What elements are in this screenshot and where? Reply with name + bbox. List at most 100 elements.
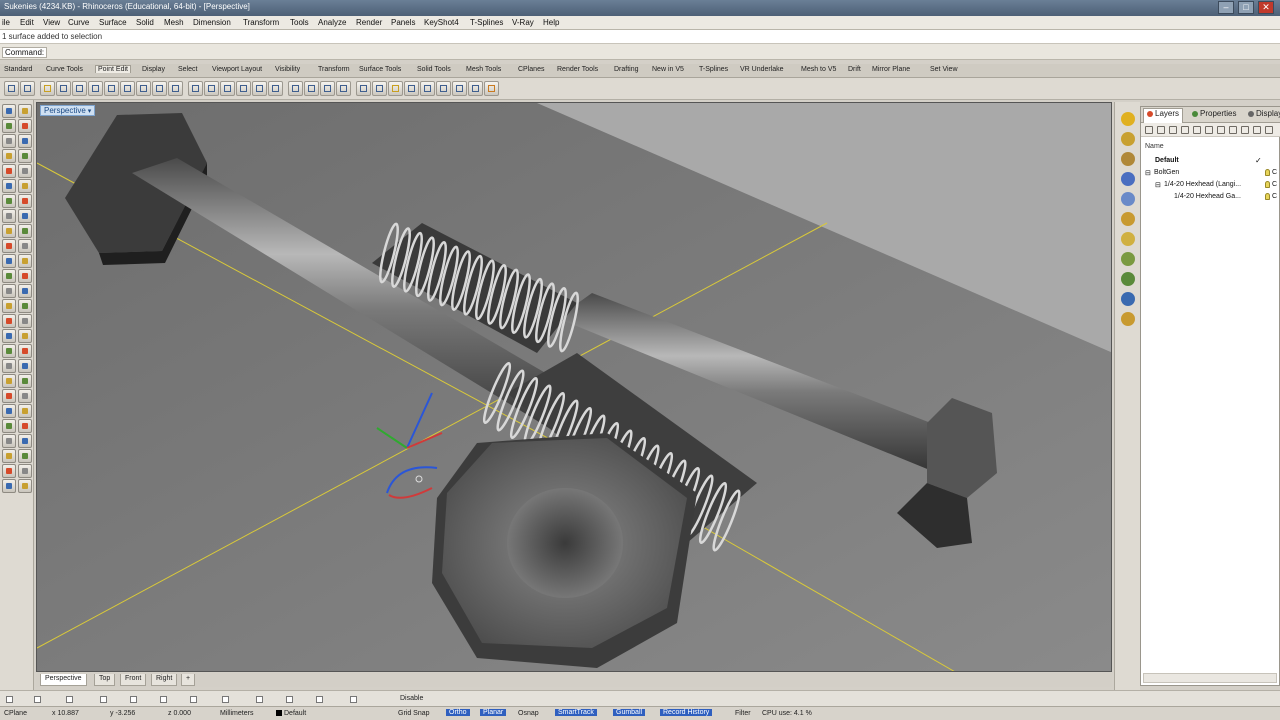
minimize-button[interactable]: – — [1218, 1, 1234, 14]
menu-keyshot[interactable]: KeyShot4 — [424, 18, 459, 27]
left-tool-button[interactable] — [18, 179, 32, 193]
tab-render-tools[interactable]: Render Tools — [557, 66, 598, 73]
tab-select[interactable]: Select — [178, 66, 197, 73]
twist-button[interactable] — [420, 81, 435, 96]
left-tool-button[interactable] — [18, 314, 32, 328]
tab-mesh-tools[interactable]: Mesh Tools — [466, 66, 501, 73]
tab-curve-tools[interactable]: Curve Tools — [46, 66, 83, 73]
tab-surface-tools[interactable]: Surface Tools — [359, 66, 401, 73]
tab-layers[interactable]: Layers — [1143, 108, 1184, 123]
left-tool-button[interactable] — [2, 209, 16, 223]
left-tool-button[interactable] — [18, 119, 32, 133]
select-u-button[interactable] — [304, 81, 319, 96]
planar-toggle[interactable]: Planar — [480, 709, 507, 716]
menu-surface[interactable]: Surface — [99, 18, 127, 27]
left-tool-button[interactable] — [18, 209, 32, 223]
tab-set-view[interactable]: Set View — [930, 66, 958, 73]
osnap-perp-checkbox[interactable] — [190, 696, 197, 703]
ground-plane-icon[interactable] — [1121, 272, 1135, 286]
named-view-icon[interactable] — [1121, 192, 1135, 206]
flow-button[interactable] — [468, 81, 483, 96]
left-tool-button[interactable] — [2, 254, 16, 268]
delete-layer-icon[interactable] — [1169, 126, 1177, 134]
osnap-disable-label[interactable]: Disable — [400, 695, 423, 702]
select-row-button[interactable] — [356, 81, 371, 96]
units-label[interactable]: Millimeters — [220, 710, 253, 717]
menu-dimension[interactable]: Dimension — [193, 18, 231, 27]
library-icon[interactable] — [1121, 312, 1135, 326]
left-tool-button[interactable] — [2, 194, 16, 208]
help-icon[interactable] — [1121, 292, 1135, 306]
command-prompt[interactable]: Command: — [2, 47, 48, 58]
left-tool-button[interactable] — [2, 449, 16, 463]
cage-edit-button[interactable] — [404, 81, 419, 96]
layer-hexhead-sub[interactable]: 1/4-20 Hexhead Ga... — [1174, 193, 1241, 200]
layer-boltgen[interactable]: BoltGen — [1154, 169, 1179, 176]
tab-mesh-to-v5[interactable]: Mesh to V5 — [801, 66, 836, 73]
undo-button[interactable] — [4, 81, 19, 96]
osnap-quad-checkbox[interactable] — [256, 696, 263, 703]
current-layer-check-icon[interactable]: ✓ — [1255, 156, 1262, 165]
left-tool-button[interactable] — [2, 149, 16, 163]
new-sublayer-icon[interactable] — [1157, 126, 1165, 134]
left-tool-button[interactable] — [18, 149, 32, 163]
left-tool-button[interactable] — [18, 269, 32, 283]
left-tool-button[interactable] — [2, 134, 16, 148]
menu-analyze[interactable]: Analyze — [318, 18, 346, 27]
tab-properties[interactable]: Properties — [1189, 109, 1239, 118]
command-line[interactable]: Command: — [0, 44, 1280, 60]
menu-view[interactable]: View — [43, 18, 60, 27]
layer-color-swatch[interactable]: C — [1272, 193, 1277, 200]
left-tool-button[interactable] — [2, 344, 16, 358]
left-tool-button[interactable] — [18, 164, 32, 178]
lightbulb-icon[interactable] — [1265, 193, 1270, 200]
taper-button[interactable] — [452, 81, 467, 96]
left-tool-button[interactable] — [18, 404, 32, 418]
osnap-project-checkbox[interactable] — [350, 696, 357, 703]
left-tool-button[interactable] — [18, 254, 32, 268]
bend-button[interactable] — [436, 81, 451, 96]
left-tool-button[interactable] — [18, 449, 32, 463]
move-up-icon[interactable] — [1181, 126, 1189, 134]
menu-edit[interactable]: Edit — [20, 18, 34, 27]
tab-standard[interactable]: Standard — [4, 66, 32, 73]
left-tool-button[interactable] — [18, 329, 32, 343]
left-tool-button[interactable] — [2, 389, 16, 403]
lightbulb-icon[interactable] — [1265, 169, 1270, 176]
viewport-title[interactable]: Perspective ▾ — [40, 105, 96, 116]
redo-button[interactable] — [20, 81, 35, 96]
menu-panels[interactable]: Panels — [391, 18, 415, 27]
tab-top[interactable]: Top — [94, 674, 116, 686]
left-tool-button[interactable] — [2, 119, 16, 133]
osnap-tan-checkbox[interactable] — [222, 696, 229, 703]
left-tool-button[interactable] — [18, 389, 32, 403]
osnap-point-checkbox[interactable] — [66, 696, 73, 703]
maximize-button[interactable]: □ — [1238, 1, 1254, 14]
insert-kink-button[interactable] — [152, 81, 167, 96]
left-tool-button[interactable] — [2, 104, 16, 118]
display-icon[interactable] — [1121, 172, 1135, 186]
tab-vr-underlake[interactable]: VR Underlake — [740, 66, 784, 73]
osnap-mid-checkbox[interactable] — [100, 696, 107, 703]
control-points-on-button[interactable] — [40, 81, 55, 96]
new-layer-icon[interactable] — [1145, 126, 1153, 134]
select-grid-button[interactable] — [336, 81, 351, 96]
tab-drafting[interactable]: Drafting — [614, 66, 639, 73]
left-tool-button[interactable] — [18, 194, 32, 208]
left-tool-button[interactable] — [2, 314, 16, 328]
layer-icon[interactable] — [1121, 112, 1135, 126]
left-tool-button[interactable] — [18, 239, 32, 253]
close-button[interactable]: ✕ — [1258, 1, 1274, 14]
layer-color-swatch[interactable]: C — [1272, 169, 1277, 176]
left-tool-button[interactable] — [2, 329, 16, 343]
tab-point-edit[interactable]: Point Edit — [95, 65, 131, 73]
smooth-button[interactable] — [188, 81, 203, 96]
sun-icon[interactable] — [1121, 232, 1135, 246]
left-tool-button[interactable] — [2, 284, 16, 298]
left-tool-button[interactable] — [2, 224, 16, 238]
left-tool-button[interactable] — [18, 434, 32, 448]
left-tool-button[interactable] — [18, 134, 32, 148]
chevron-down-icon[interactable]: ▾ — [88, 108, 92, 115]
left-tool-button[interactable] — [18, 284, 32, 298]
osnap-near-checkbox[interactable] — [34, 696, 41, 703]
